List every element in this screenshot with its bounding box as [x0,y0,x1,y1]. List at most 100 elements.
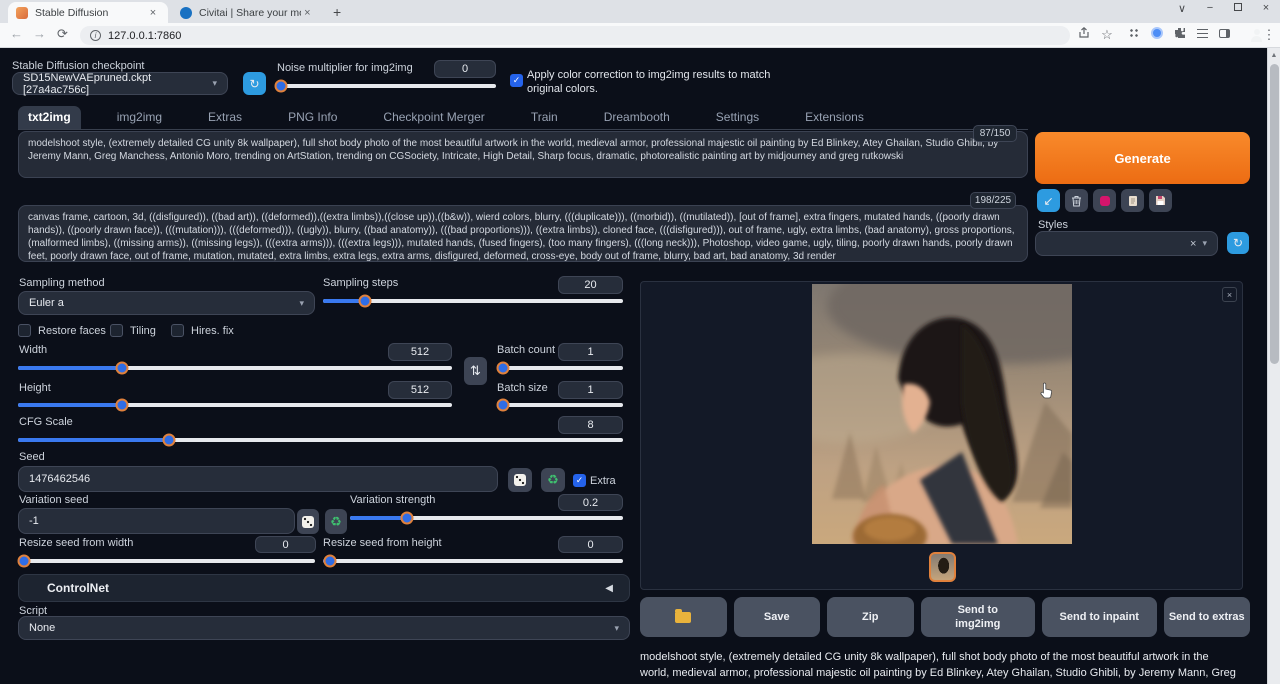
sampling-steps-slider[interactable] [323,299,623,303]
new-tab-button[interactable]: + [333,4,341,20]
browser-tab-strip: Stable Diffusion × Civitai | Share your … [0,0,1280,23]
stable-diffusion-webui: Stable Diffusion checkpoint SD15NewVAEpr… [0,48,1280,684]
sampling-steps-value[interactable]: 20 [558,276,623,294]
batch-count-slider[interactable] [497,366,623,370]
window-minimize-button[interactable]: − [1196,2,1224,14]
tab-png-info[interactable]: PNG Info [278,106,347,129]
height-value[interactable]: 512 [388,381,452,399]
batch-size-value[interactable]: 1 [558,381,623,399]
random-seed-button[interactable] [508,468,532,492]
folder-icon [675,612,691,623]
save-button[interactable]: Save [734,597,821,637]
refresh-styles-button[interactable]: ↻ [1227,232,1249,254]
resize-seed-height-value[interactable]: 0 [558,536,623,553]
page-scrollbar[interactable]: ▲ [1267,48,1280,684]
script-select[interactable]: None ▾ [18,616,630,640]
apps-grid-icon[interactable] [1126,27,1142,43]
window-close-button[interactable]: × [1252,2,1280,14]
tab-checkpoint-merger[interactable]: Checkpoint Merger [373,106,494,129]
batch-count-value[interactable]: 1 [558,343,623,361]
site-info-icon[interactable]: i [90,30,101,41]
open-folder-button[interactable] [640,597,727,637]
tiling-checkbox[interactable] [110,324,123,337]
variation-strength-value[interactable]: 0.2 [558,494,623,511]
side-panel-icon[interactable] [1216,27,1232,43]
apply-style-icon[interactable] [1121,189,1144,212]
tab-settings[interactable]: Settings [706,106,769,129]
tab-dreambooth[interactable]: Dreambooth [594,106,680,129]
cfg-scale-slider[interactable] [18,438,623,442]
reuse-seed-button[interactable]: ♻ [541,468,565,492]
width-slider[interactable] [18,366,452,370]
resize-seed-width-slider[interactable] [18,559,315,563]
controlnet-accordion[interactable]: ControlNet ◀ [18,574,630,602]
clear-styles-icon[interactable]: × [1190,238,1196,250]
reading-list-icon[interactable] [1194,27,1210,43]
extra-seed-checkbox[interactable]: ✓ [573,474,586,487]
reuse-variation-seed-button[interactable]: ♻ [325,509,347,534]
send-to-img2img-button[interactable]: Send to img2img [921,597,1036,637]
back-icon[interactable]: ← [10,26,23,41]
gallery-thumbnail[interactable] [929,552,956,582]
browser-menu-icon[interactable]: ⋮ [1261,27,1277,43]
reload-icon[interactable]: ⟳ [57,26,68,42]
refresh-checkpoints-button[interactable]: ↻ [243,72,266,95]
forward-icon[interactable]: → [33,26,46,41]
close-gallery-icon[interactable]: × [1222,287,1237,302]
variation-seed-input[interactable]: -1 [18,508,295,534]
scroll-up-icon[interactable]: ▲ [1268,48,1280,59]
noise-multiplier-value[interactable]: 0 [434,60,496,78]
checkpoint-select[interactable]: SD15NewVAEpruned.ckpt [27a4ac756c] ▾ [12,72,228,95]
generate-button[interactable]: Generate [1035,132,1250,184]
width-value[interactable]: 512 [388,343,452,361]
clear-prompt-icon[interactable] [1065,189,1088,212]
save-style-icon[interactable] [1149,189,1172,212]
scrollbar-thumb[interactable] [1270,64,1279,364]
tab-extensions[interactable]: Extensions [795,106,874,129]
send-to-inpaint-button[interactable]: Send to inpaint [1042,597,1157,637]
browser-tab-civitai[interactable]: Civitai | Share your models × [172,2,322,23]
sampling-method-select[interactable]: Euler a ▾ [18,291,315,315]
tab-close-icon[interactable]: × [146,7,160,19]
restore-faces-checkbox[interactable] [18,324,31,337]
seed-input[interactable]: 1476462546 [18,466,498,492]
zip-button[interactable]: Zip [827,597,914,637]
random-variation-seed-button[interactable] [297,509,319,534]
variation-strength-slider[interactable] [350,516,623,520]
url-text: 127.0.0.1:7860 [108,30,181,42]
extra-seed-label: Extra [590,475,616,487]
color-correction-checkbox[interactable]: ✓ [510,74,523,87]
extra-networks-icon[interactable] [1093,189,1116,212]
window-restore-button[interactable] [1224,2,1252,14]
tab-txt2img[interactable]: txt2img [18,106,81,129]
extension-dot-icon[interactable] [1149,27,1165,43]
negative-prompt-textarea[interactable]: canvas frame, cartoon, 3d, ((disfigured)… [18,205,1028,262]
generated-image[interactable] [812,284,1072,544]
resize-seed-width-value[interactable]: 0 [255,536,316,553]
chevron-down-icon: ▾ [212,78,217,89]
window-chevron-icon[interactable]: ∨ [1168,2,1196,15]
hires-fix-checkbox[interactable] [171,324,184,337]
height-label: Height [19,382,51,394]
paste-params-icon[interactable]: ↙ [1037,189,1060,212]
tab-close-icon[interactable]: × [301,7,314,19]
address-bar[interactable]: i 127.0.0.1:7860 [80,26,1070,45]
batch-size-slider[interactable] [497,403,623,407]
tab-img2img[interactable]: img2img [107,106,172,129]
browser-tab-stable-diffusion[interactable]: Stable Diffusion × [8,2,168,23]
prompt-textarea[interactable]: modelshoot style, (extremely detailed CG… [18,131,1028,178]
cfg-scale-value[interactable]: 8 [558,416,623,434]
bookmark-star-icon[interactable]: ☆ [1099,27,1115,43]
share-icon[interactable] [1076,27,1092,43]
height-slider[interactable] [18,403,452,407]
tab-train[interactable]: Train [521,106,568,129]
extensions-puzzle-icon[interactable] [1172,27,1188,43]
tab-extras[interactable]: Extras [198,106,252,129]
resize-seed-height-slider[interactable] [323,559,623,563]
swap-dimensions-button[interactable]: ⇅ [464,357,487,385]
send-to-extras-button[interactable]: Send to extras [1164,597,1251,637]
chevron-down-icon: ▾ [299,298,304,309]
noise-multiplier-slider[interactable] [278,84,496,88]
profile-avatar[interactable] [1240,26,1256,42]
styles-select[interactable]: × ▾ [1035,231,1218,256]
